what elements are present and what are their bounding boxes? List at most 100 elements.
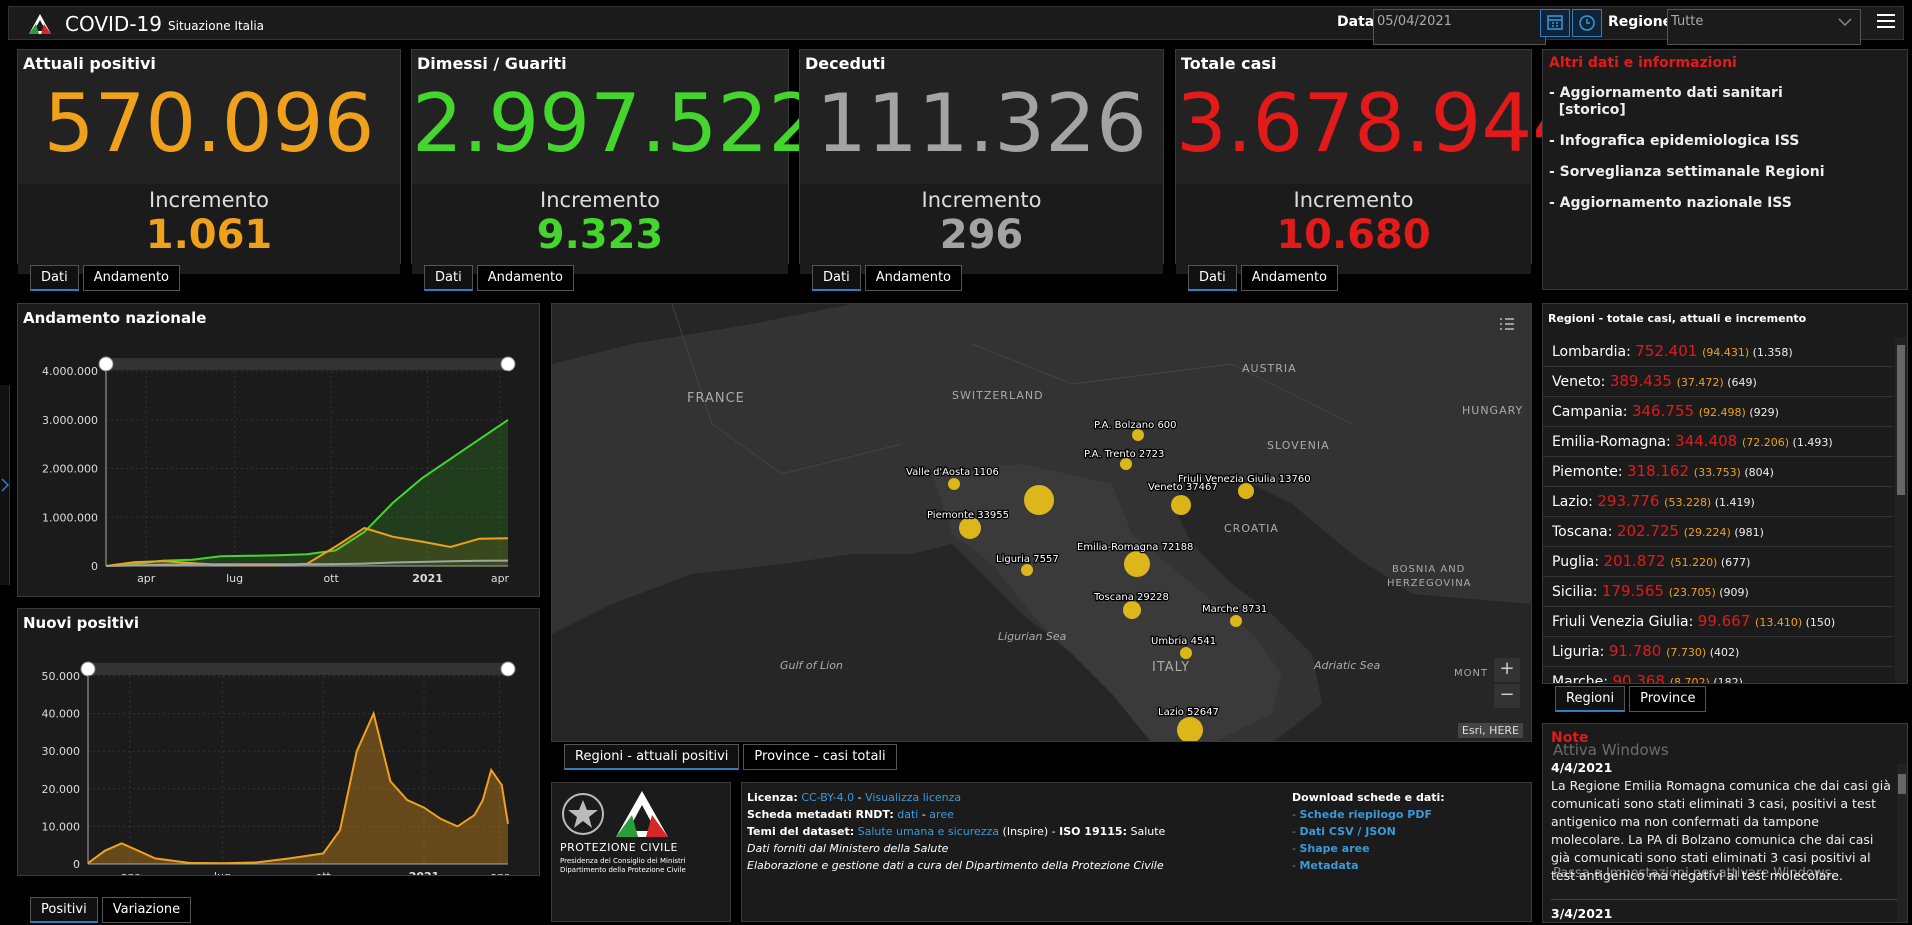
menu-icon[interactable] (1877, 14, 1895, 28)
download-shape-link[interactable]: Shape aree (1299, 842, 1369, 855)
region-total: 179.565 (1601, 582, 1669, 600)
scrollbar-thumb[interactable] (1898, 774, 1906, 794)
map-marker[interactable] (1177, 717, 1203, 742)
region-row[interactable]: Toscana: 202.725 (29.224) (981) (1543, 517, 1893, 547)
zoom-in-button[interactable]: + (1494, 658, 1520, 682)
zoom-out-button[interactable]: − (1494, 684, 1520, 708)
license-link[interactable]: CC-BY-4.0 (801, 791, 854, 804)
region-row[interactable]: Sicilia: 179.565 (23.705) (909) (1543, 577, 1893, 607)
region-name: Marche: (1552, 674, 1613, 684)
y-tick-label: 3.000.000 (42, 414, 98, 427)
region-attuali: (13.410) (1755, 616, 1806, 629)
region-attuali: (92.498) (1698, 406, 1750, 419)
time-button[interactable] (1572, 9, 1602, 37)
note-date: 4/4/2021 (1551, 760, 1613, 775)
region-row[interactable]: Puglia: 201.872 (51.220) (677) (1543, 547, 1893, 577)
tab-andamento[interactable]: Andamento (476, 265, 574, 291)
download-pdf-link[interactable]: Schede riepilogo PDF (1299, 808, 1432, 821)
x-tick-label: apr (121, 870, 140, 875)
card-attuali-positivi: Attuali positivi 570.096 Incremento 1.06… (17, 49, 401, 274)
card-increment-value: 1.061 (145, 212, 273, 258)
region-total: 99.667 (1697, 612, 1756, 630)
tab-dati[interactable]: Dati (1188, 265, 1237, 291)
y-tick-label: 30.000 (42, 745, 81, 758)
tab-dati[interactable]: Dati (812, 265, 861, 291)
region-row[interactable]: Marche: 90.368 (8.702) (182) (1543, 667, 1893, 684)
map-marker[interactable] (948, 478, 960, 490)
view-license-link[interactable]: Visualizza licenza (865, 791, 961, 804)
map-marker[interactable] (1238, 483, 1254, 499)
tab-province[interactable]: Province (1629, 686, 1707, 712)
region-increment: (1.358) (1752, 346, 1793, 359)
temi-link[interactable]: Salute umana e sicurezza (858, 825, 999, 838)
tab-province-casi-totali[interactable]: Province - casi totali (743, 744, 897, 770)
tab-variazione[interactable]: Variazione (101, 897, 192, 923)
map-marker[interactable] (1230, 615, 1242, 627)
tab-regioni[interactable]: Regioni (1555, 686, 1626, 712)
map-marker[interactable] (1024, 485, 1054, 515)
slider-handle[interactable] (80, 661, 96, 677)
calendar-button[interactable] (1540, 9, 1570, 37)
date-label: Data (1337, 14, 1375, 30)
region-row[interactable]: Campania: 346.755 (92.498) (929) (1543, 397, 1893, 427)
side-panel-toggle[interactable] (0, 385, 10, 585)
region-total: 346.755 (1631, 402, 1699, 420)
y-tick-label: 50.000 (42, 670, 81, 683)
card-title: Dimessi / Guariti (417, 54, 567, 73)
region-row[interactable]: Piemonte: 318.162 (33.753) (804) (1543, 457, 1893, 487)
download-csv-link[interactable]: Dati CSV / JSON (1299, 825, 1395, 838)
map-marker[interactable] (1124, 551, 1150, 577)
region-row[interactable]: Emilia-Romagna: 344.408 (72.206) (1.493) (1543, 427, 1893, 457)
map-marker[interactable] (1123, 601, 1141, 619)
x-tick-label: 2021 (409, 870, 440, 875)
region-select[interactable]: Tutte (1667, 9, 1861, 45)
map-marker[interactable] (1021, 564, 1033, 576)
region-row[interactable]: Liguria: 91.780 (7.730) (402) (1543, 637, 1893, 667)
tab-dati[interactable]: Dati (30, 265, 79, 291)
regions-list: Lombardia: 752.401 (94.431) (1.358) Venet… (1543, 337, 1893, 684)
tab-positivi[interactable]: Positivi (30, 897, 98, 923)
map-marker[interactable] (1171, 495, 1191, 515)
regions-scrollbar[interactable] (1895, 337, 1907, 683)
tab-andamento[interactable]: Andamento (1240, 265, 1338, 291)
metadata-dati-link[interactable]: dati (897, 808, 918, 821)
date-input[interactable]: 05/04/2021 (1373, 9, 1546, 45)
map-country-label: FRANCE (687, 391, 745, 406)
scrollbar-thumb[interactable] (1897, 345, 1905, 495)
tab-andamento[interactable]: Andamento (82, 265, 180, 291)
map-view[interactable]: FRANCE SWITZERLAND AUSTRIA HUNGARY SLOVE… (551, 303, 1532, 742)
x-tick-label: 2021 (412, 572, 443, 585)
region-total: 91.780 (1608, 642, 1667, 660)
slider-handle[interactable] (98, 356, 114, 372)
region-row[interactable]: Lazio: 293.776 (53.228) (1.419) (1543, 487, 1893, 517)
map-region-label: Emilia-Romagna 72188 (1077, 542, 1193, 553)
slider-handle[interactable] (500, 661, 516, 677)
map-legend-button[interactable] (1492, 310, 1522, 338)
map-marker[interactable] (1180, 647, 1192, 659)
info-link-aggiornamento[interactable]: - Aggiornamento dati sanitari [storico] (1549, 85, 1901, 119)
metadata-aree-link[interactable]: aree (929, 808, 954, 821)
region-row[interactable]: Lombardia: 752.401 (94.431) (1.358) (1543, 337, 1893, 367)
tab-regioni-attuali-positivi[interactable]: Regioni - attuali positivi (564, 744, 740, 770)
y-tick-label: 1.000.000 (42, 511, 98, 524)
region-row[interactable]: Friuli Venezia Giulia: 99.667 (13.410) (… (1543, 607, 1893, 637)
region-row[interactable]: Veneto: 389.435 (37.472) (649) (1543, 367, 1893, 397)
region-attuali: (94.431) (1702, 346, 1753, 359)
y-tick-label: 4.000.000 (42, 365, 98, 378)
region-attuali: (53.228) (1664, 496, 1715, 509)
download-metadata-link[interactable]: Metadata (1299, 859, 1358, 872)
region-total: 318.162 (1626, 462, 1694, 480)
info-panel: Altri dati e informazioni - Aggiornament… (1542, 49, 1908, 290)
tab-dati[interactable]: Dati (424, 265, 473, 291)
note-scrollbar[interactable] (1897, 764, 1907, 922)
card-value: 2.997.522 (412, 77, 820, 170)
info-link-infografica[interactable]: - Infografica epidemiologica ISS (1549, 133, 1901, 150)
map-svg: FRANCE SWITZERLAND AUSTRIA HUNGARY SLOVE… (552, 304, 1531, 742)
tab-andamento[interactable]: Andamento (864, 265, 962, 291)
slider-handle[interactable] (500, 356, 516, 372)
info-link-nazionale-iss[interactable]: - Aggiornamento nazionale ISS (1549, 195, 1901, 212)
list-icon (1500, 318, 1514, 330)
region-name: Friuli Venezia Giulia: (1552, 614, 1698, 630)
info-link-sorveglianza[interactable]: - Sorveglianza settimanale Regioni (1549, 164, 1901, 181)
y-tick-label: 40.000 (42, 708, 81, 721)
